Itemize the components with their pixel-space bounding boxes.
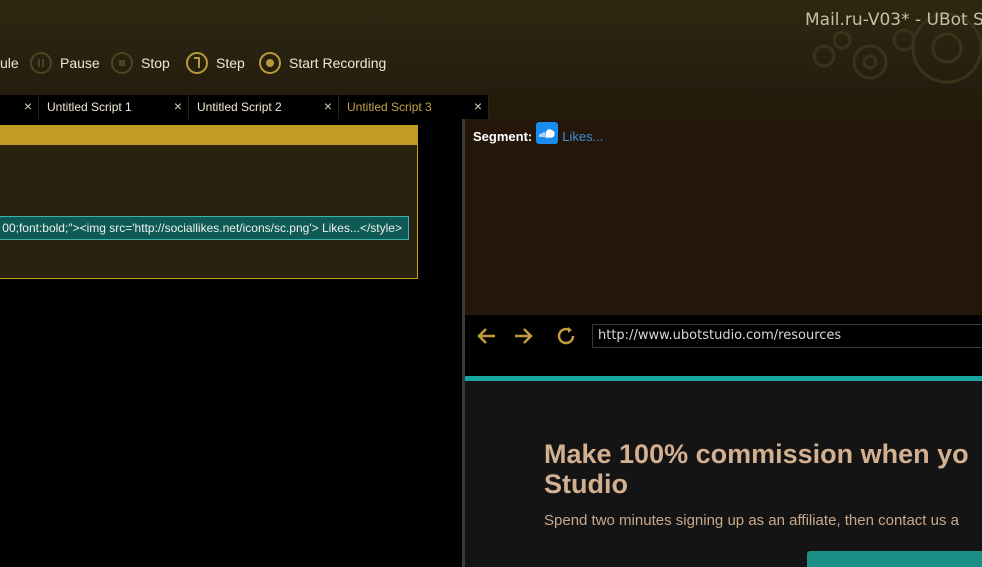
tab-label: Untitled Script 1 [47,100,132,114]
step-button[interactable]: Step [186,50,245,76]
pause-button[interactable]: Pause [30,50,100,76]
close-icon[interactable]: × [24,99,32,113]
tab-untitled-script-2[interactable]: Untitled Script 2 × [189,95,339,119]
segment-row: Segment: Likes... [473,121,603,144]
pause-label: Pause [60,55,100,71]
back-arrow-icon[interactable] [475,324,499,348]
forward-arrow-icon[interactable] [511,324,535,348]
stop-button[interactable]: Stop [111,50,170,76]
embedded-webpage: Make 100% commission when yo Studio Spen… [465,381,982,567]
app-header: Mail.ru-V03* - UBot St [0,0,982,95]
tab-untitled-script-3[interactable]: Untitled Script 3 × [339,95,489,119]
page-headline: Make 100% commission when yo Studio [544,439,969,499]
tab-label: Untitled Script 3 [347,100,432,114]
tab-hidden-script[interactable]: × [0,95,39,119]
stop-icon [111,52,133,74]
step-label: Step [216,55,245,71]
script-editor-pane[interactable]: 00;font:bold;"><img src='http://socialli… [0,119,462,567]
segment-label: Segment: [473,129,533,144]
preview-pane: Segment: Likes... [465,119,982,315]
browser-toolbar: http://www.ubotstudio.com/resources [465,315,982,377]
code-parameter-field[interactable]: 00;font:bold;"><img src='http://socialli… [0,216,409,240]
close-icon[interactable]: × [474,99,482,113]
start-recording-label: Start Recording [289,55,387,71]
url-input[interactable]: http://www.ubotstudio.com/resources [592,324,982,348]
stop-label: Stop [141,55,170,71]
run-node-button[interactable]: ule [0,50,19,76]
run-node-label: ule [0,55,19,71]
tab-untitled-script-1[interactable]: Untitled Script 1 × [39,95,189,119]
refresh-icon[interactable] [554,324,578,348]
soundcloud-icon [536,121,559,144]
step-icon [186,52,208,74]
pause-icon [30,52,52,74]
page-subline: Spend two minutes signing up as an affil… [544,512,959,529]
close-icon[interactable]: × [324,99,332,113]
window-title: Mail.ru-V03* - UBot St [805,10,982,30]
record-icon [259,52,281,74]
script-tab-bar: × Untitled Script 1 × Untitled Script 2 … [0,95,982,119]
tab-label: Untitled Script 2 [197,100,282,114]
close-icon[interactable]: × [174,99,182,113]
start-recording-button[interactable]: Start Recording [259,50,386,76]
command-node-header [0,126,417,145]
command-node[interactable] [0,125,418,279]
segment-link[interactable]: Likes... [562,129,603,144]
signup-button[interactable] [807,551,982,567]
